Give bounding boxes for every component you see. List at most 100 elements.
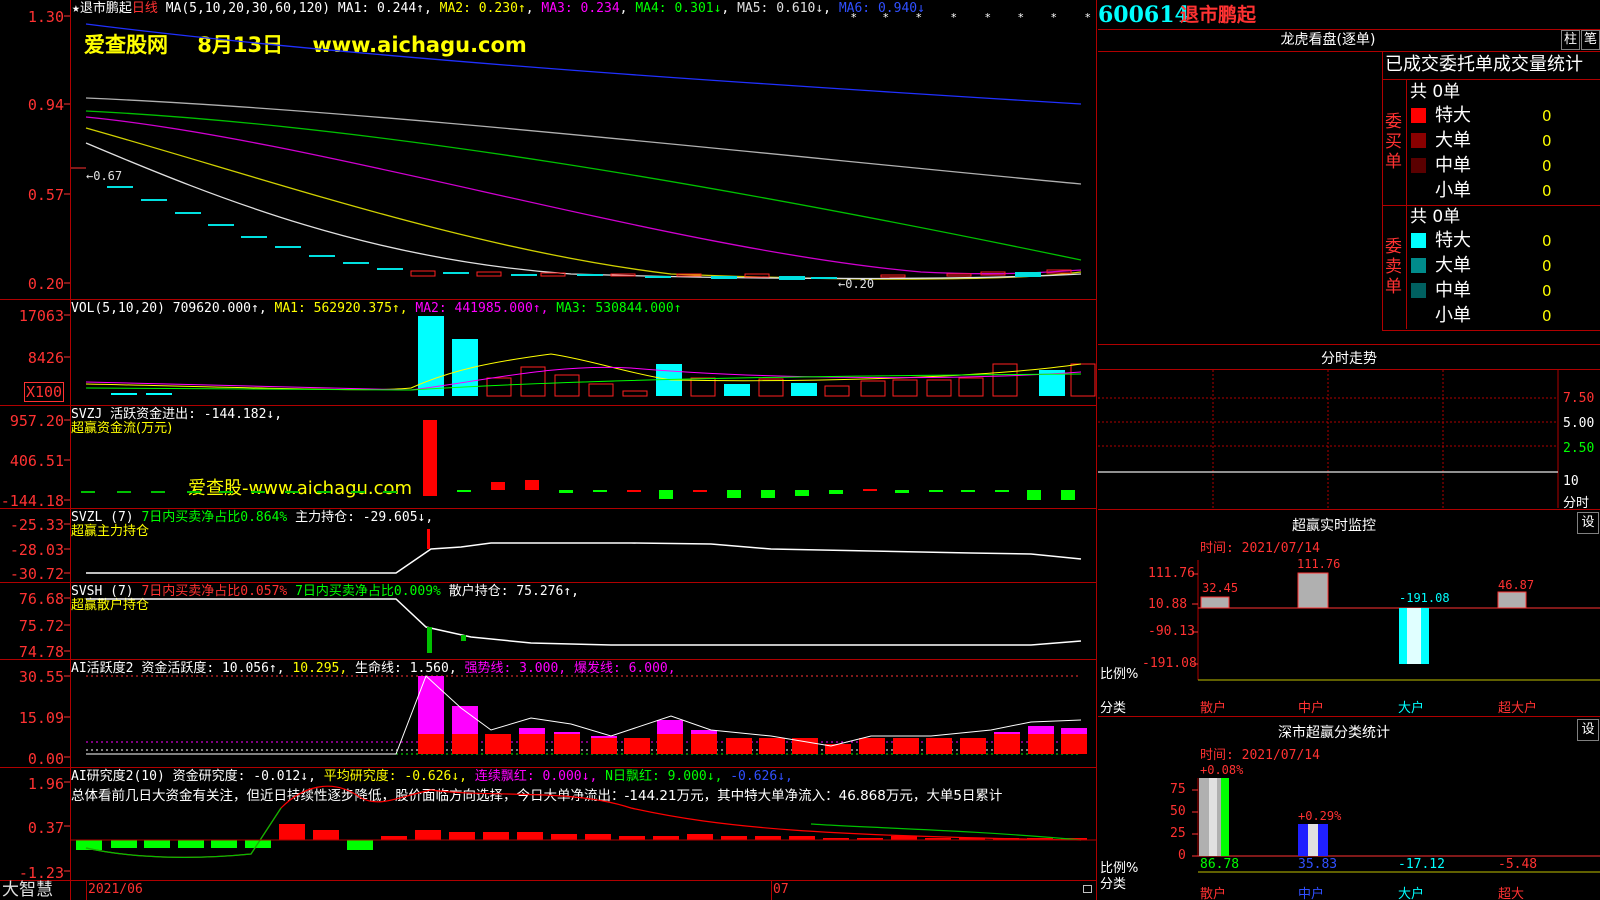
svg-text:*: * bbox=[851, 11, 857, 24]
buy-row-label: 特大 bbox=[1435, 105, 1471, 126]
kline-svg: * * * * * * * * bbox=[71, 11, 1091, 280]
p7-tick-1: 0.37 bbox=[27, 819, 64, 837]
szstat-cat: 中户 bbox=[1298, 887, 1325, 900]
szstat-tick-3: 0 bbox=[1178, 848, 1186, 863]
fenshi-tick-1: 5.00 bbox=[1563, 416, 1595, 431]
szstat-bar-value: 86.78 bbox=[1200, 857, 1240, 872]
monitor-tick-2: -90.13 bbox=[1148, 624, 1195, 639]
szstat-cat-label: 分类 bbox=[1100, 877, 1127, 892]
p4-tick-0: -25.33 bbox=[9, 516, 64, 534]
date-mid: 07 bbox=[773, 882, 789, 897]
svg-text:*: * bbox=[1051, 11, 1057, 24]
sell-row-value: 0 bbox=[1542, 307, 1552, 325]
monitor-cat: 超大户 bbox=[1498, 701, 1538, 716]
sell-row-label: 小单 bbox=[1435, 305, 1471, 326]
szstat-bar-value: 35.83 bbox=[1298, 857, 1338, 872]
monitor-settings-button[interactable]: 设 bbox=[1577, 512, 1599, 534]
p5-tick-0: 76.68 bbox=[18, 590, 64, 608]
buy-row-label: 大单 bbox=[1435, 130, 1471, 151]
p2-tick-0: 17063 bbox=[18, 307, 64, 325]
sell-row-label: 特大 bbox=[1435, 230, 1471, 251]
fenshi-tick-0: 7.50 bbox=[1563, 391, 1595, 406]
p3-tick-1: 406.51 bbox=[9, 452, 64, 470]
color-swatch-icon bbox=[1411, 158, 1426, 173]
svsh-svg bbox=[86, 598, 1082, 653]
szstat-bar-value: -17.12 bbox=[1398, 857, 1445, 872]
sell-row-label: 大单 bbox=[1435, 255, 1471, 276]
sell-row-value: 0 bbox=[1542, 232, 1552, 250]
svg-text:*: * bbox=[1085, 11, 1091, 24]
p5-tick-2: 74.78 bbox=[18, 643, 64, 661]
p1-tick-3: 0.20 bbox=[27, 275, 64, 293]
bar-mode-button[interactable]: 柱 bbox=[1561, 30, 1580, 50]
svg-text:*: * bbox=[985, 11, 991, 24]
buy-row-value: 0 bbox=[1542, 132, 1552, 150]
p1-low-label: ←0.20 bbox=[838, 277, 875, 291]
p2-unit: X100 bbox=[24, 382, 64, 402]
monitor-tick-1: 10.88 bbox=[1148, 597, 1188, 612]
fenshi-tick-3: 10 bbox=[1563, 474, 1579, 489]
p7-tick-0: 1.96 bbox=[27, 775, 64, 793]
szstat-bar-value: -5.48 bbox=[1498, 857, 1538, 872]
monitor-bar-value: 46.87 bbox=[1498, 578, 1535, 592]
p1-high-label: ←0.67 bbox=[86, 169, 123, 183]
p5-tick-1: 75.72 bbox=[18, 617, 64, 635]
monitor-title: 超赢实时监控 bbox=[1292, 518, 1376, 534]
szstat-cat: 大户 bbox=[1398, 887, 1425, 900]
vol-svg bbox=[85, 316, 1096, 397]
monitor-tick-3: -191.08 bbox=[1142, 656, 1197, 671]
kline-chart-area[interactable]: 1.30 0.94 0.57 0.20 ★退市鹏起日线 MA(5,10,20,3… bbox=[0, 0, 1097, 900]
monitor-bar-value: -191.08 bbox=[1399, 591, 1450, 605]
sell-row-value: 0 bbox=[1542, 282, 1552, 300]
p3-tick-2: -144.18 bbox=[0, 492, 64, 510]
szstat-settings-button[interactable]: 设 bbox=[1577, 719, 1599, 741]
monitor-cat-label: 分类 bbox=[1100, 701, 1127, 716]
longhu-title: 龙虎看盘(逐单) bbox=[1280, 32, 1376, 48]
buy-row-value: 0 bbox=[1542, 157, 1552, 175]
lock-icon[interactable] bbox=[1083, 885, 1092, 893]
buy-total: 共 0单 bbox=[1410, 82, 1461, 102]
right-panel: 600614 退市鹏起 龙虎看盘(逐单) 柱 笔 已成交委托单成交量统计 委买单… bbox=[1098, 0, 1600, 900]
svzj-svg bbox=[81, 420, 1075, 500]
p6-tick-2: 0.00 bbox=[27, 750, 64, 768]
buy-side-label: 委买单 bbox=[1385, 112, 1402, 172]
sell-total: 共 0单 bbox=[1410, 207, 1461, 227]
color-swatch-icon bbox=[1411, 233, 1426, 248]
monitor-cat: 散户 bbox=[1200, 701, 1227, 716]
p4-tick-2: -30.72 bbox=[9, 565, 64, 583]
szstat-tick-1: 50 bbox=[1170, 804, 1186, 819]
fenshi-grid bbox=[1098, 370, 1559, 508]
buy-row-label: 中单 bbox=[1435, 155, 1471, 176]
sell-row-value: 0 bbox=[1542, 257, 1552, 275]
p1-tick-0: 1.30 bbox=[27, 8, 64, 26]
monitor-time: 时间: 2021/07/14 bbox=[1200, 541, 1320, 556]
svg-text:*: * bbox=[951, 11, 957, 24]
tick-mode-button[interactable]: 笔 bbox=[1581, 30, 1600, 50]
buy-row-label: 小单 bbox=[1435, 180, 1471, 201]
sell-side-label: 委卖单 bbox=[1385, 237, 1402, 297]
date-start: 2021/06 bbox=[88, 882, 143, 897]
szstat-bar-top: +0.08% bbox=[1200, 763, 1244, 777]
color-swatch-icon bbox=[1411, 108, 1426, 123]
szstat-tick-0: 75 bbox=[1170, 782, 1186, 797]
szstat-title: 深市超赢分类统计 bbox=[1278, 725, 1390, 741]
fenshi-title: 分时走势 bbox=[1321, 351, 1377, 367]
monitor-ratio-label: 比例% bbox=[1100, 667, 1139, 682]
sell-row-label: 中单 bbox=[1435, 280, 1471, 301]
szstat-tick-2: 25 bbox=[1170, 826, 1186, 841]
szstat-cat: 散户 bbox=[1200, 887, 1227, 900]
p6-tick-0: 30.55 bbox=[18, 668, 64, 686]
monitor-bar-value: 32.45 bbox=[1202, 581, 1239, 595]
monitor-cat: 大户 bbox=[1398, 701, 1425, 716]
ai-active-svg bbox=[86, 675, 1087, 755]
buy-row-value: 0 bbox=[1542, 182, 1552, 200]
p3-tick-0: 957.20 bbox=[9, 412, 64, 430]
svzl-svg bbox=[86, 529, 1082, 574]
stock-title-name: 退市鹏起 bbox=[1180, 4, 1257, 26]
monitor-cat: 中户 bbox=[1298, 701, 1325, 716]
longhu-subtitle: 已成交委托单成交量统计 bbox=[1385, 54, 1583, 75]
buy-row-value: 0 bbox=[1542, 107, 1552, 125]
svg-text:*: * bbox=[916, 11, 922, 24]
p2-tick-1: 8426 bbox=[27, 349, 64, 367]
brand-label[interactable]: 大智慧 bbox=[2, 880, 53, 900]
